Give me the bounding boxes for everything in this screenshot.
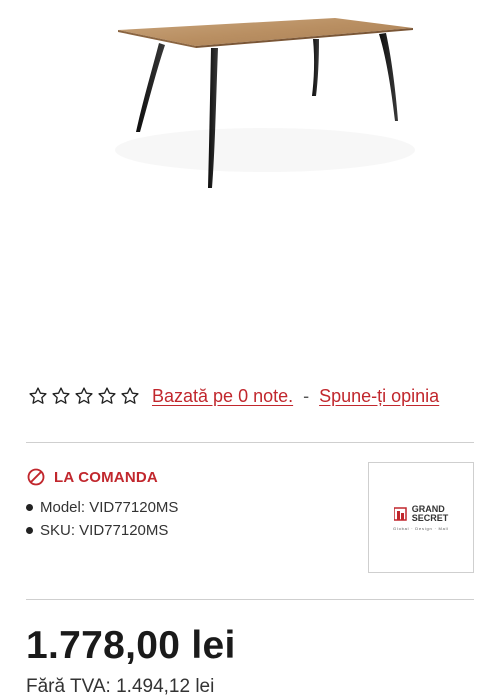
star-outline-icon[interactable] bbox=[28, 386, 48, 406]
star-outline-icon[interactable] bbox=[51, 386, 71, 406]
spec-model: Model: VID77120MS bbox=[26, 496, 178, 519]
availability-status: LA COMANDA bbox=[26, 467, 158, 487]
brand-mark-icon bbox=[393, 506, 407, 521]
spec-sku: SKU: VID77120MS bbox=[26, 519, 178, 542]
ratings-count-link[interactable]: Bazată pe 0 note. bbox=[152, 386, 293, 407]
block-icon bbox=[27, 468, 45, 486]
model-text: Model: VID77120MS bbox=[40, 499, 179, 516]
divider bbox=[26, 599, 474, 600]
sku-text: SKU: VID77120MS bbox=[40, 522, 169, 539]
price-gross: 1.778,00 lei bbox=[26, 624, 236, 667]
price-net: Fără TVA: 1.494,12 lei bbox=[26, 676, 215, 697]
product-specs: Model: VID77120MS SKU: VID77120MS bbox=[26, 496, 178, 542]
star-outline-icon[interactable] bbox=[74, 386, 94, 406]
rating-separator: - bbox=[303, 385, 310, 406]
brand-name-line2: SECRET bbox=[411, 512, 449, 523]
product-image[interactable] bbox=[0, 0, 500, 360]
table-illustration bbox=[118, 18, 413, 188]
star-outline-icon[interactable] bbox=[97, 386, 117, 406]
brand-tagline: Global · Design · Mall bbox=[392, 525, 450, 531]
bullet bbox=[26, 527, 33, 534]
divider bbox=[26, 442, 474, 443]
brand-logo-box[interactable]: GRAND SECRET Global · Design · Mall bbox=[368, 462, 474, 573]
write-review-link[interactable]: Spune-ți opinia bbox=[319, 386, 439, 407]
rating-row: Bazată pe 0 note. - Spune-ți opinia bbox=[28, 383, 439, 409]
star-outline-icon[interactable] bbox=[120, 386, 140, 406]
bullet bbox=[26, 504, 33, 511]
brand-logo: GRAND SECRET Global · Design · Mall bbox=[392, 504, 450, 531]
rating-stars[interactable] bbox=[28, 386, 140, 406]
availability-label: LA COMANDA bbox=[54, 468, 158, 486]
